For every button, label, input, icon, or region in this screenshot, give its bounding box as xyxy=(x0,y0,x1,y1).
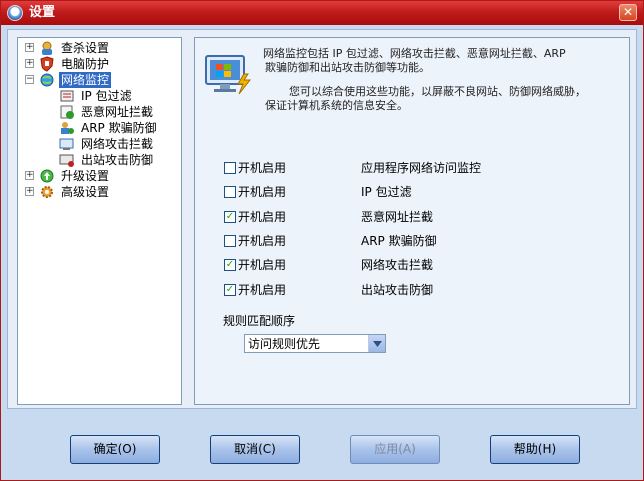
rule-order-select[interactable]: 访问规则优先 xyxy=(244,334,386,353)
startup-checkbox[interactable]: ✓ xyxy=(224,211,236,223)
description-line: 网络监控包括 IP 包过滤、网络攻击拦截、恶意网址拦截、ARP xyxy=(263,47,566,60)
checkbox-label[interactable]: 开机启用 xyxy=(238,184,286,200)
help-button[interactable]: 帮助(H) xyxy=(490,435,580,464)
outbound-defense-icon xyxy=(59,154,74,167)
network-globe-icon xyxy=(40,73,54,87)
startup-checkbox[interactable] xyxy=(224,235,236,247)
expand-icon[interactable]: + xyxy=(25,43,34,52)
malicious-url-icon xyxy=(60,105,74,119)
apply-button[interactable]: 应用(A) xyxy=(350,435,440,464)
checkbox-label[interactable]: 开机启用 xyxy=(238,160,286,176)
rule-order-value: 访问规则优先 xyxy=(248,337,321,351)
advanced-gear-icon xyxy=(41,186,53,198)
network-monitor-icon xyxy=(205,55,252,95)
scan-icon xyxy=(42,41,52,55)
tree-label-selected: 网络监控 xyxy=(59,72,112,88)
rule-order-label: 规则匹配顺序 xyxy=(223,314,296,328)
tree-label: 查杀设置 xyxy=(61,41,110,55)
shield-icon xyxy=(40,56,54,72)
close-button[interactable]: ✕ xyxy=(619,4,637,21)
feature-name: 应用程序网络访问监控 xyxy=(361,161,482,175)
chevron-down-icon xyxy=(373,341,382,347)
tree-label: 高级设置 xyxy=(61,185,110,199)
checkbox-label[interactable]: 开机启用 xyxy=(238,257,286,273)
tree-label: 出站攻击防御 xyxy=(81,153,154,167)
description-line: 欺骗防御和出站攻击防御等功能。 xyxy=(265,61,430,74)
feature-name: IP 包过滤 xyxy=(361,185,412,199)
app-logo-icon xyxy=(7,5,23,21)
cancel-button[interactable]: 取消(C) xyxy=(210,435,300,464)
startup-checkbox[interactable]: ✓ xyxy=(224,259,236,271)
dropdown-button[interactable] xyxy=(368,335,385,352)
startup-checkbox[interactable] xyxy=(224,186,236,198)
tree-label: 恶意网址拦截 xyxy=(81,105,154,119)
description-line: 保证计算机系统的信息安全。 xyxy=(265,99,408,112)
startup-checkbox[interactable]: ✓ xyxy=(224,284,236,296)
ip-filter-icon xyxy=(60,90,74,102)
checkbox-label[interactable]: 开机启用 xyxy=(238,233,286,249)
description-line: 您可以综合使用这些功能，以屏蔽不良网站、防御网络威胁， xyxy=(289,85,586,98)
feature-name: 网络攻击拦截 xyxy=(361,258,434,272)
expand-icon[interactable]: + xyxy=(25,171,34,180)
expand-icon[interactable]: + xyxy=(25,187,34,196)
tree-label: IP 包过滤 xyxy=(81,89,132,103)
window-title: 设置 xyxy=(29,5,56,20)
ok-button[interactable]: 确定(O) xyxy=(70,435,160,464)
tree-label: 升级设置 xyxy=(61,169,110,183)
tree-label: ARP 欺骗防御 xyxy=(81,121,157,135)
checkbox-label[interactable]: 开机启用 xyxy=(238,282,286,298)
expand-icon[interactable]: + xyxy=(25,59,34,68)
upgrade-icon xyxy=(40,169,54,183)
startup-checkbox[interactable] xyxy=(224,162,236,174)
tree-label: 网络攻击拦截 xyxy=(81,137,154,151)
settings-window: 设置 ✕ + 查杀设置 + 电脑防护 − 网络监控 IP 包过滤 恶意网址拦截 … xyxy=(0,0,644,481)
checkbox-label[interactable]: 开机启用 xyxy=(238,209,286,225)
feature-name: ARP 欺骗防御 xyxy=(361,234,437,248)
tree-label: 电脑防护 xyxy=(61,57,110,71)
title-bar[interactable]: 设置 ✕ xyxy=(1,1,643,25)
attack-block-icon xyxy=(59,138,74,150)
feature-name: 恶意网址拦截 xyxy=(361,210,434,224)
arp-defense-icon xyxy=(61,122,74,134)
collapse-icon[interactable]: − xyxy=(25,75,34,84)
feature-name: 出站攻击防御 xyxy=(361,283,434,297)
